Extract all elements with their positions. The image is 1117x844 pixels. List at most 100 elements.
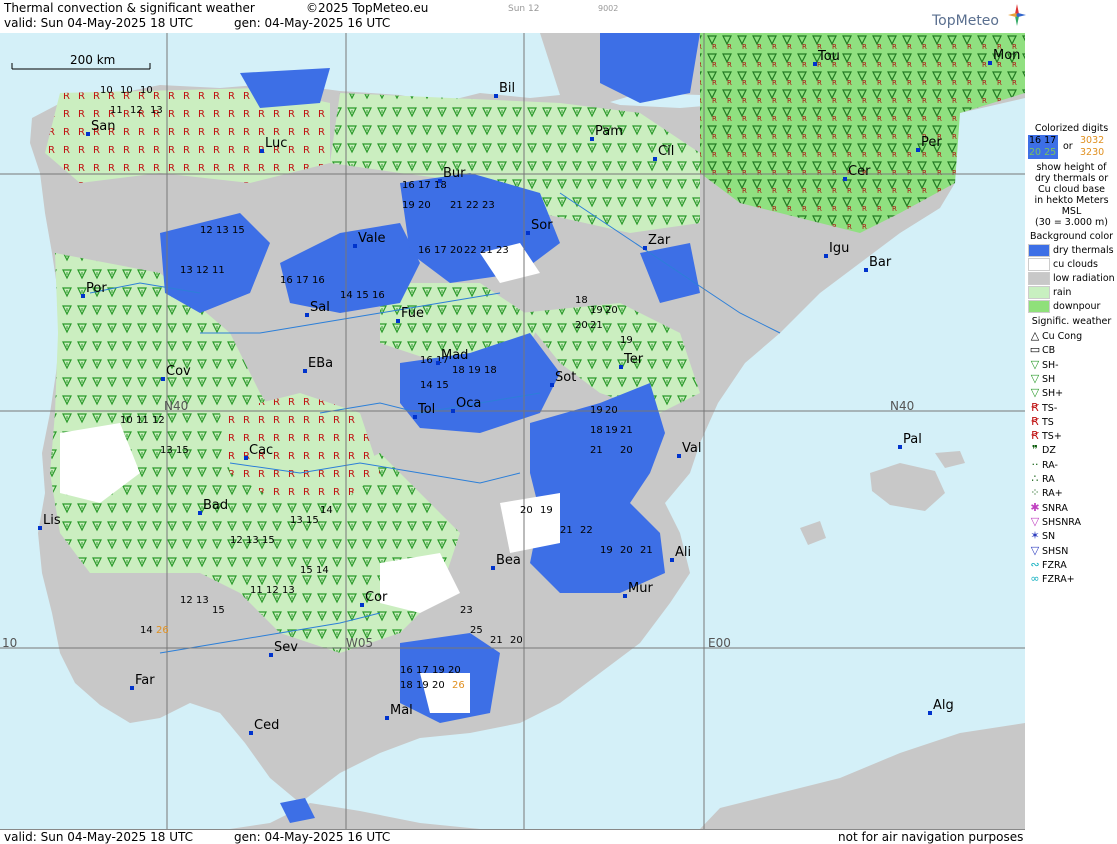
thermal-digit: 21	[560, 525, 573, 536]
thermal-digit: 12	[180, 595, 193, 606]
thermal-digit: 12	[196, 265, 209, 276]
thermal-digit: 22	[580, 525, 593, 536]
legend-weather-item: ∾ FZRA	[1028, 557, 1066, 571]
city-label: Cil	[658, 144, 674, 159]
topmeteo-logo: TopMeteo	[930, 3, 1026, 31]
legend-bg-swatch	[1028, 272, 1050, 285]
legend-bg-item: rain	[1028, 286, 1071, 299]
thermal-digit: 20	[448, 665, 461, 676]
city-label: Pam	[595, 124, 623, 139]
city-marker	[526, 231, 530, 235]
city-label: Cov	[166, 364, 191, 379]
thermal-digit: 15	[212, 605, 225, 616]
city-marker	[824, 254, 828, 258]
legend-weather-label: TS+	[1042, 431, 1062, 443]
city-marker	[305, 313, 309, 317]
thermal-digit: 13	[216, 225, 229, 236]
grid-label-w05: W05	[346, 636, 373, 650]
city-label: Sev	[274, 640, 298, 655]
thermal-digit: 19	[605, 425, 618, 436]
legend-bg-label: rain	[1053, 287, 1072, 298]
thermal-digit: 21	[590, 445, 603, 456]
thermal-digit: 19	[590, 405, 603, 416]
legend-weather-item: ∴ RA	[1028, 472, 1055, 485]
legend-weather-label: SH-	[1042, 359, 1059, 371]
city-marker	[198, 511, 202, 515]
thermal-digit: 19	[600, 545, 613, 556]
thermal-digit: 10	[120, 415, 133, 426]
legend-weather-label: RA	[1042, 474, 1055, 485]
freezing-rain-icon: ∾	[1030, 557, 1040, 571]
weather-map[interactable]: R R	[0, 33, 1025, 829]
city-marker	[303, 369, 307, 373]
thermal-digit: 16	[372, 290, 385, 301]
thermal-digit: 15	[356, 290, 369, 301]
city-label: San	[91, 119, 115, 134]
city-label: Cer	[848, 164, 871, 179]
legend-weather-item: ▽ SHSNRA	[1028, 515, 1081, 528]
city-label: Sor	[531, 218, 553, 233]
city-label: Cor	[365, 590, 388, 605]
legend-weather-item: ❞ DZ	[1028, 443, 1056, 456]
thermal-digit: 12	[266, 585, 279, 596]
city-marker	[843, 177, 847, 181]
thermal-digit: 18	[484, 365, 497, 376]
thermal-digit: 17	[434, 245, 447, 256]
legend-digit-example-d: 3230	[1080, 147, 1105, 158]
city-marker	[161, 377, 165, 381]
thermal-digit: 10	[100, 85, 113, 96]
city-marker	[813, 62, 817, 66]
thermal-digit: 15	[436, 380, 449, 391]
city-marker	[353, 244, 357, 248]
legend-digits-desc: show height of dry thermals or Cu cloud ba…	[1026, 162, 1117, 228]
city-marker	[385, 716, 389, 720]
city-marker	[864, 268, 868, 272]
thermal-digit: 16	[280, 275, 293, 286]
thermal-digit: 21	[590, 320, 603, 331]
city-marker	[550, 383, 554, 387]
legend-weather-item: ✶ SN	[1028, 529, 1055, 542]
thermal-digit: 20	[450, 245, 463, 256]
city-marker	[396, 319, 400, 323]
city-marker	[249, 731, 253, 735]
legend-bg-label: low radiation	[1053, 273, 1115, 284]
map-title: Thermal convection & significant weather	[4, 1, 255, 15]
thermal-digit: 23	[460, 605, 473, 616]
scale-label: 200 km	[70, 53, 115, 67]
legend-bg-item: downpour	[1028, 300, 1100, 313]
grid-label-e00: E00	[708, 636, 731, 650]
legend-weather: Signific. weather △ Cu Cong ▭ CB ▽ SH- ▽ SH ▽ SH+…	[1026, 316, 1117, 587]
thermal-digit: 20	[620, 545, 633, 556]
thermal-digit: 15	[232, 225, 245, 236]
city-marker	[491, 566, 495, 570]
city-marker	[86, 132, 90, 136]
city-label: Igu	[829, 241, 849, 256]
gen-time: gen: 04-May-2025 16 UTC	[234, 16, 391, 30]
thermal-digit: 13	[196, 595, 209, 606]
city-label: Vale	[358, 231, 385, 246]
city-marker	[590, 137, 594, 141]
legend-bg-swatch	[1028, 244, 1050, 257]
legend-bg-label: cu clouds	[1053, 259, 1098, 270]
thermal-digit: 23	[496, 245, 509, 256]
city-marker	[643, 246, 647, 250]
thermal-digit: 21	[620, 425, 633, 436]
legend-weather-item: ▽ SH	[1028, 372, 1055, 385]
city-label: Mal	[390, 703, 413, 718]
legend-digits: Colorized digits 16 17 20 25 or 3032 323…	[1026, 123, 1117, 228]
legend-bg-swatch	[1028, 258, 1050, 271]
city-label: Lis	[43, 513, 61, 528]
thermal-digit: 20	[575, 320, 588, 331]
cb-icon: ▭	[1029, 343, 1041, 357]
city-marker	[653, 157, 657, 161]
legend-digit-or: or	[1063, 141, 1073, 152]
thermal-digit: 21	[640, 545, 653, 556]
legend-weather-label: RA+	[1042, 488, 1063, 500]
rain-light-icon: ··	[1031, 457, 1039, 471]
thermal-digit: 18	[575, 295, 588, 306]
legend-digits-title: Colorized digits	[1034, 123, 1109, 134]
thermal-digit: 20	[418, 200, 431, 211]
legend-background: Background color dry thermals cu clouds lo…	[1026, 231, 1117, 314]
thermal-digit: 11	[250, 585, 263, 596]
rain-heavy-icon: ⁘	[1030, 486, 1040, 500]
